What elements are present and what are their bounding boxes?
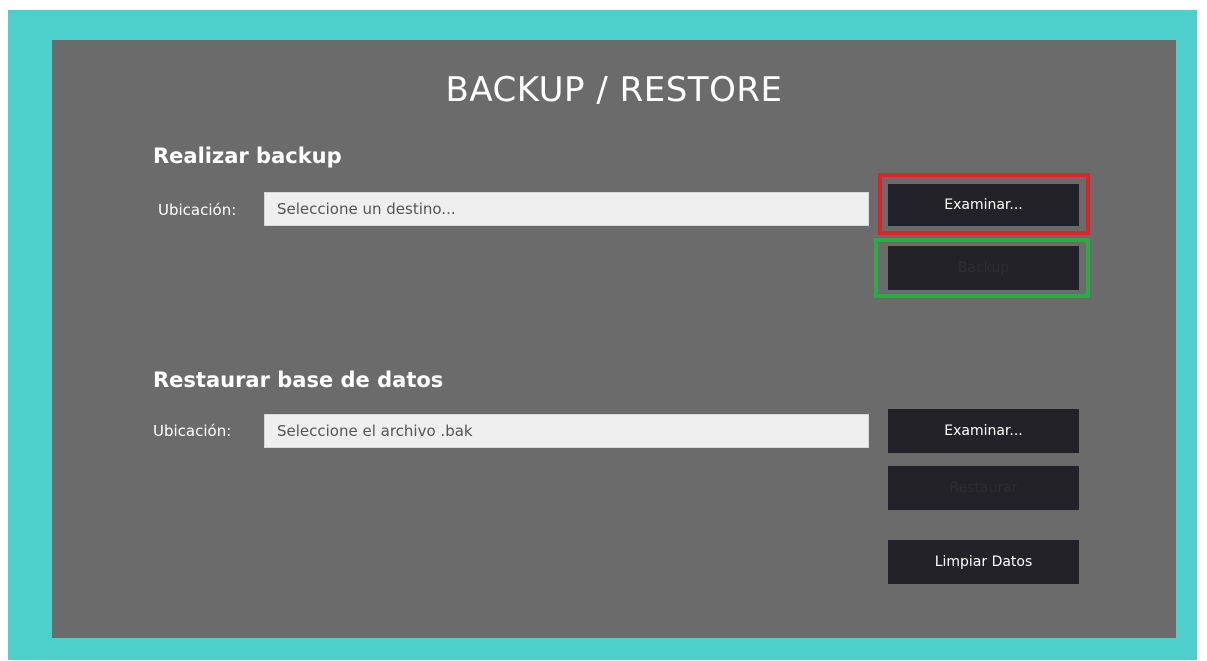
backup-section-heading: Realizar backup — [153, 144, 342, 168]
backup-button[interactable]: Backup — [888, 246, 1079, 290]
backup-location-input[interactable] — [264, 192, 869, 226]
window-frame: BACKUP / RESTORE Realizar backup Ubicaci… — [8, 10, 1197, 660]
restore-location-input[interactable] — [264, 414, 869, 448]
clear-data-button[interactable]: Limpiar Datos — [888, 540, 1079, 584]
restore-section-heading: Restaurar base de datos — [153, 368, 444, 392]
page-title: BACKUP / RESTORE — [445, 70, 783, 110]
restore-button[interactable]: Restaurar — [888, 466, 1079, 510]
backup-location-label: Ubicación: — [158, 201, 237, 219]
backup-restore-panel: BACKUP / RESTORE Realizar backup Ubicaci… — [52, 40, 1176, 638]
restore-browse-button[interactable]: Examinar... — [888, 409, 1079, 453]
restore-location-label: Ubicación: — [153, 422, 232, 440]
backup-browse-button[interactable]: Examinar... — [888, 184, 1079, 226]
